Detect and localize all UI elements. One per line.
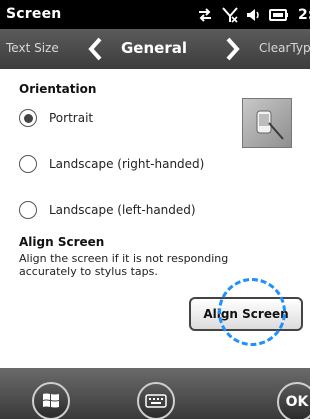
radio-landscape-right[interactable]: Landscape (right-handed) (19, 152, 204, 176)
align-screen-heading: Align Screen (19, 235, 105, 249)
orientation-preview-image (242, 98, 292, 148)
status-icons: 2:1 (196, 4, 310, 26)
radio-label: Landscape (right-handed) (49, 157, 205, 171)
settings-content: Orientation Portrait Landscape (right-ha… (0, 69, 310, 368)
radio-portrait[interactable]: Portrait (19, 106, 93, 130)
chevron-left-icon[interactable] (87, 37, 103, 65)
battery-icon (269, 8, 289, 22)
tab-general[interactable]: General (121, 39, 187, 57)
app-title: Screen (6, 6, 62, 22)
device-preview-icon (256, 110, 284, 140)
clock-time: 2:1 (298, 7, 310, 23)
status-bar: Screen 2 (0, 0, 310, 29)
radio-label: Portrait (49, 111, 94, 125)
bottom-bar: OK (0, 368, 310, 419)
radio-landscape-left[interactable]: Landscape (left-handed) (19, 198, 196, 222)
sync-icon (196, 7, 214, 23)
tab-text-size[interactable]: Text Size (6, 41, 59, 55)
align-screen-description: Align the screen if it is not responding… (19, 252, 229, 278)
radio-label: Landscape (left-handed) (49, 203, 196, 217)
tab-cleartype[interactable]: ClearTyp (259, 41, 310, 55)
keyboard-button[interactable] (137, 382, 175, 419)
signal-off-icon (221, 6, 239, 24)
radio-button[interactable] (19, 155, 37, 173)
tab-bar: Text Size General ClearTyp (0, 29, 310, 69)
radio-button[interactable] (19, 201, 37, 219)
chevron-right-icon[interactable] (225, 37, 241, 65)
align-screen-button[interactable]: Align Screen (189, 297, 303, 331)
windows-start-icon (43, 393, 59, 408)
ok-button[interactable]: OK (277, 382, 310, 419)
orientation-heading: Orientation (19, 82, 97, 96)
volume-icon (246, 7, 262, 23)
start-button[interactable] (32, 382, 70, 419)
keyboard-icon (145, 394, 167, 408)
device-screen: Screen 2 Text Size General ClearTyp Orie… (0, 0, 310, 419)
radio-button-selected[interactable] (19, 109, 37, 127)
